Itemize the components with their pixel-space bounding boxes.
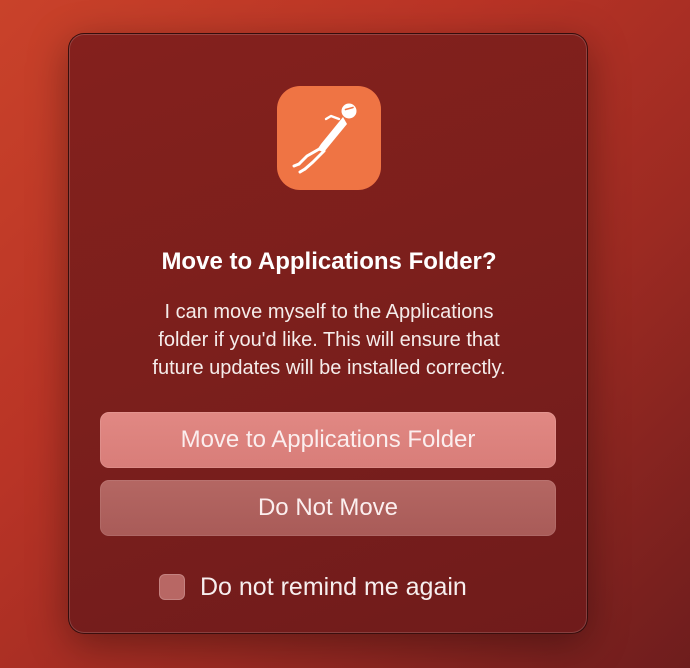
move-to-applications-button[interactable]: Move to Applications Folder xyxy=(100,412,556,468)
do-not-remind-row[interactable]: Do not remind me again xyxy=(159,571,467,603)
do-not-remind-checkbox[interactable] xyxy=(159,574,185,600)
dialog-title: Move to Applications Folder? xyxy=(161,248,497,275)
dialog-message: I can move myself to the Applications fo… xyxy=(99,298,559,382)
move-to-applications-dialog: Move to Applications Folder? I can move … xyxy=(68,33,588,634)
postman-rocketman-icon xyxy=(292,103,357,174)
message-line: I can move myself to the Applications xyxy=(164,301,494,323)
do-not-remind-label[interactable]: Do not remind me again xyxy=(200,571,467,603)
message-line: future updates will be installed correct… xyxy=(152,357,506,379)
postman-app-icon xyxy=(277,86,381,190)
do-not-move-button[interactable]: Do Not Move xyxy=(100,480,556,536)
message-line: folder if you'd like. This will ensure t… xyxy=(158,329,500,351)
